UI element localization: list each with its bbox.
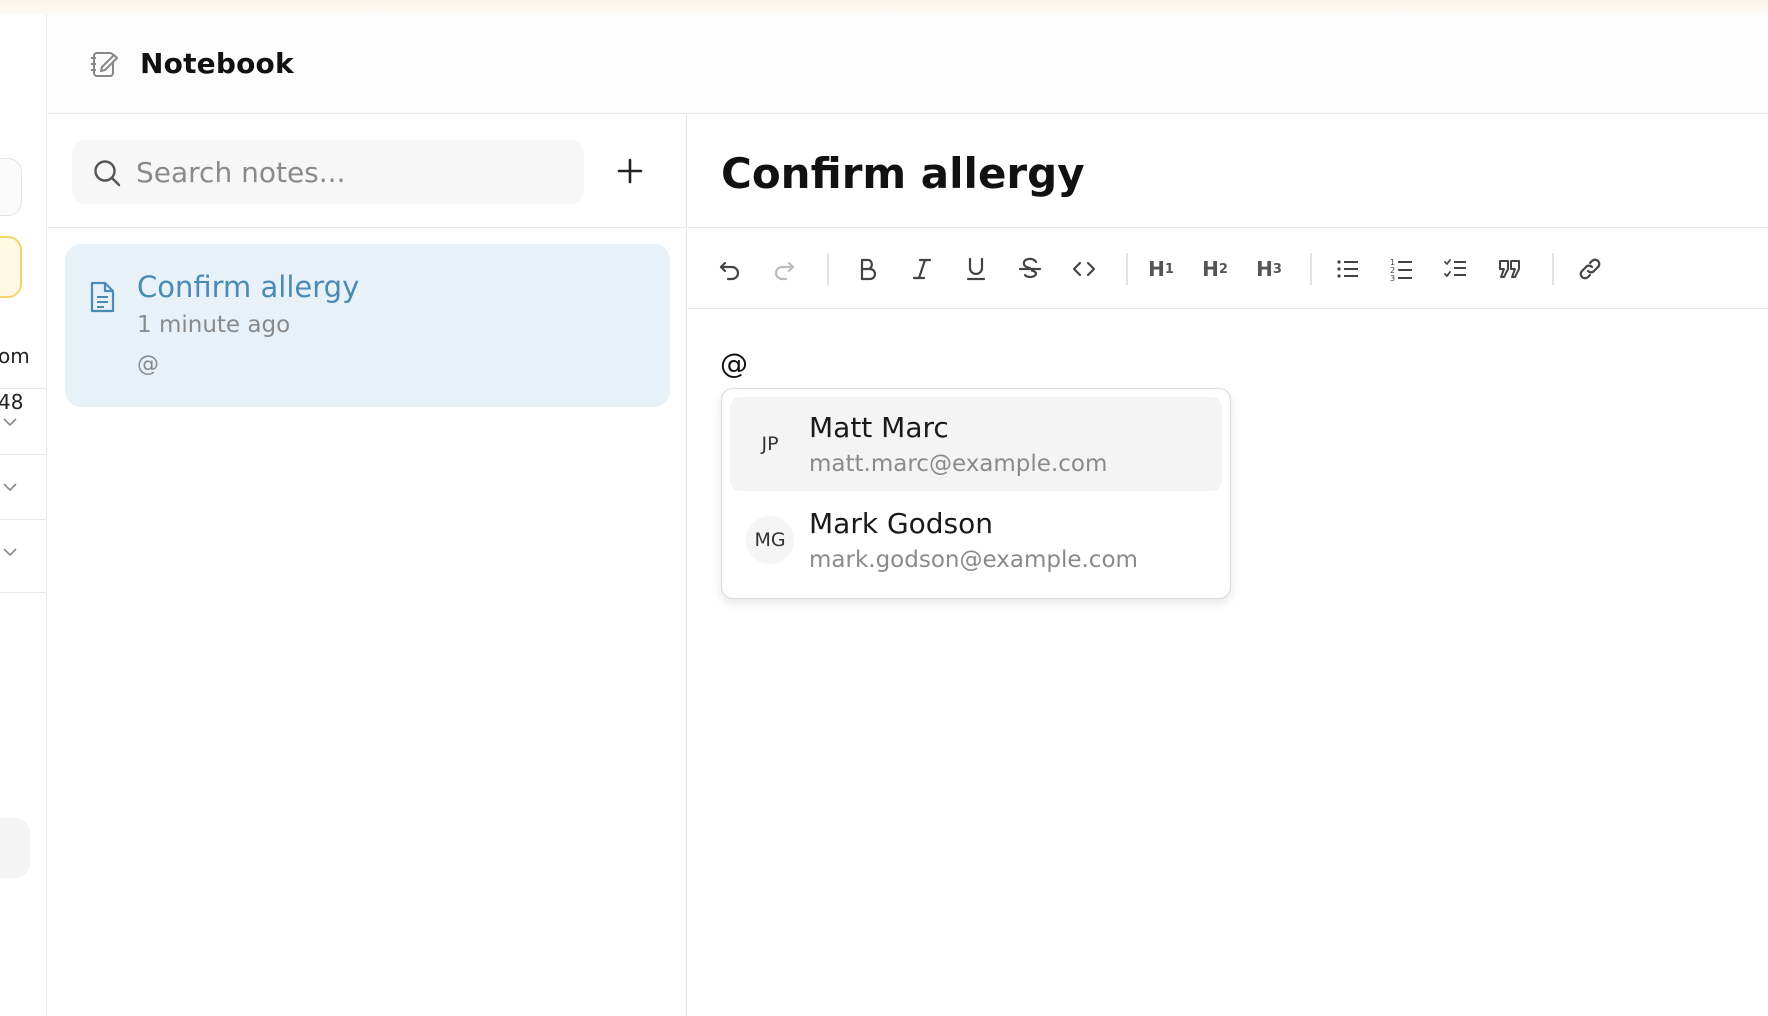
chevron-down-icon[interactable]	[2, 414, 18, 430]
checklist-icon	[1444, 259, 1466, 277]
bullet-list-icon	[1337, 260, 1358, 278]
top-strip	[0, 0, 1768, 14]
code-button[interactable]	[1066, 251, 1102, 287]
divider	[0, 388, 46, 389]
italic-button[interactable]	[904, 251, 940, 287]
avatar: MG	[746, 516, 794, 564]
mention-option[interactable]: JP Matt Marc matt.marc@example.com	[730, 397, 1222, 491]
bullet-list-button[interactable]	[1330, 251, 1366, 287]
blockquote-button[interactable]	[1492, 251, 1528, 287]
editor-content[interactable]: @	[720, 347, 748, 380]
quote-icon	[1499, 260, 1520, 278]
sidebar-card[interactable]	[0, 818, 30, 878]
ordered-list-icon: 1 2 3	[1390, 258, 1412, 283]
note-heading[interactable]: Confirm allergy	[721, 149, 1085, 198]
undo-icon	[719, 261, 740, 281]
note-editor: Confirm allergy H 1 H 2 H 3 1 2 3 @ JP M…	[688, 115, 1768, 1016]
chevron-down-icon[interactable]	[2, 544, 18, 560]
toolbar-separator	[1552, 253, 1554, 285]
heading-2-level: 2	[1218, 261, 1228, 277]
underline-button[interactable]	[958, 251, 994, 287]
left-sidebar: om 48	[0, 14, 47, 1016]
checklist-button[interactable]	[1438, 251, 1474, 287]
add-note-button[interactable]	[612, 153, 648, 189]
sidebar-card[interactable]	[0, 158, 22, 216]
bold-button[interactable]	[850, 251, 886, 287]
note-title: Confirm allergy	[137, 270, 360, 304]
heading-2-label: H	[1202, 257, 1219, 281]
toolbar-separator	[1126, 253, 1128, 285]
divider	[0, 454, 46, 455]
avatar: JP	[761, 433, 779, 455]
document-icon	[87, 280, 117, 314]
italic-icon	[912, 258, 932, 280]
redo-button[interactable]	[766, 251, 802, 287]
link-button[interactable]	[1572, 251, 1608, 287]
heading-3-label: H	[1256, 257, 1273, 281]
mention-email: mark.godson@example.com	[809, 547, 1138, 573]
formatting-toolbar: H1 H2 H3 1 2 3	[688, 229, 1768, 309]
sidebar-card-highlighted[interactable]	[0, 236, 22, 298]
heading-1-button[interactable]: H1	[1143, 251, 1179, 287]
notes-list-pane: Confirm allergy 1 minute ago @	[48, 115, 687, 1016]
search-icon	[92, 158, 122, 188]
strikethrough-button[interactable]	[1012, 251, 1048, 287]
strikethrough-icon	[1018, 257, 1042, 279]
mention-name: Matt Marc	[809, 411, 949, 444]
search-row	[48, 115, 687, 228]
svg-text:3: 3	[1390, 274, 1395, 283]
mention-option[interactable]: MG Mark Godson mark.godson@example.com	[730, 493, 1222, 587]
notebook-icon	[88, 48, 120, 80]
note-timestamp: 1 minute ago	[137, 312, 291, 338]
heading-2-button[interactable]: H2	[1197, 251, 1233, 287]
chevron-down-icon[interactable]	[2, 479, 18, 495]
underline-icon	[966, 257, 986, 281]
mention-name: Mark Godson	[809, 507, 994, 540]
heading-3-level: 3	[1272, 261, 1282, 277]
heading-3-button[interactable]: H3	[1251, 251, 1287, 287]
heading-1-label: H	[1148, 257, 1165, 281]
plus-icon	[617, 158, 643, 184]
bold-icon	[860, 258, 877, 281]
divider	[0, 592, 46, 593]
toolbar-separator	[1310, 253, 1312, 285]
search-input[interactable]	[136, 150, 566, 194]
title-row: Confirm allergy	[688, 115, 1768, 228]
note-list-item[interactable]: Confirm allergy 1 minute ago @	[65, 244, 670, 407]
app-title: Notebook	[140, 47, 294, 80]
heading-1-level: 1	[1164, 261, 1174, 277]
search-box[interactable]	[72, 140, 584, 204]
link-icon	[1579, 258, 1601, 280]
mention-suggestions-popup: JP Matt Marc matt.marc@example.com MG Ma…	[721, 388, 1231, 599]
note-preview: @	[137, 352, 159, 377]
sidebar-partial-text: 48	[0, 390, 24, 414]
mention-email: matt.marc@example.com	[809, 451, 1108, 477]
redo-icon	[774, 261, 795, 281]
toolbar-separator	[827, 253, 829, 285]
sidebar-partial-text: om	[0, 344, 30, 368]
divider	[0, 519, 46, 520]
app-header: Notebook	[48, 14, 1768, 114]
code-icon	[1072, 261, 1096, 277]
undo-button[interactable]	[712, 251, 748, 287]
ordered-list-button[interactable]: 1 2 3	[1384, 251, 1420, 287]
